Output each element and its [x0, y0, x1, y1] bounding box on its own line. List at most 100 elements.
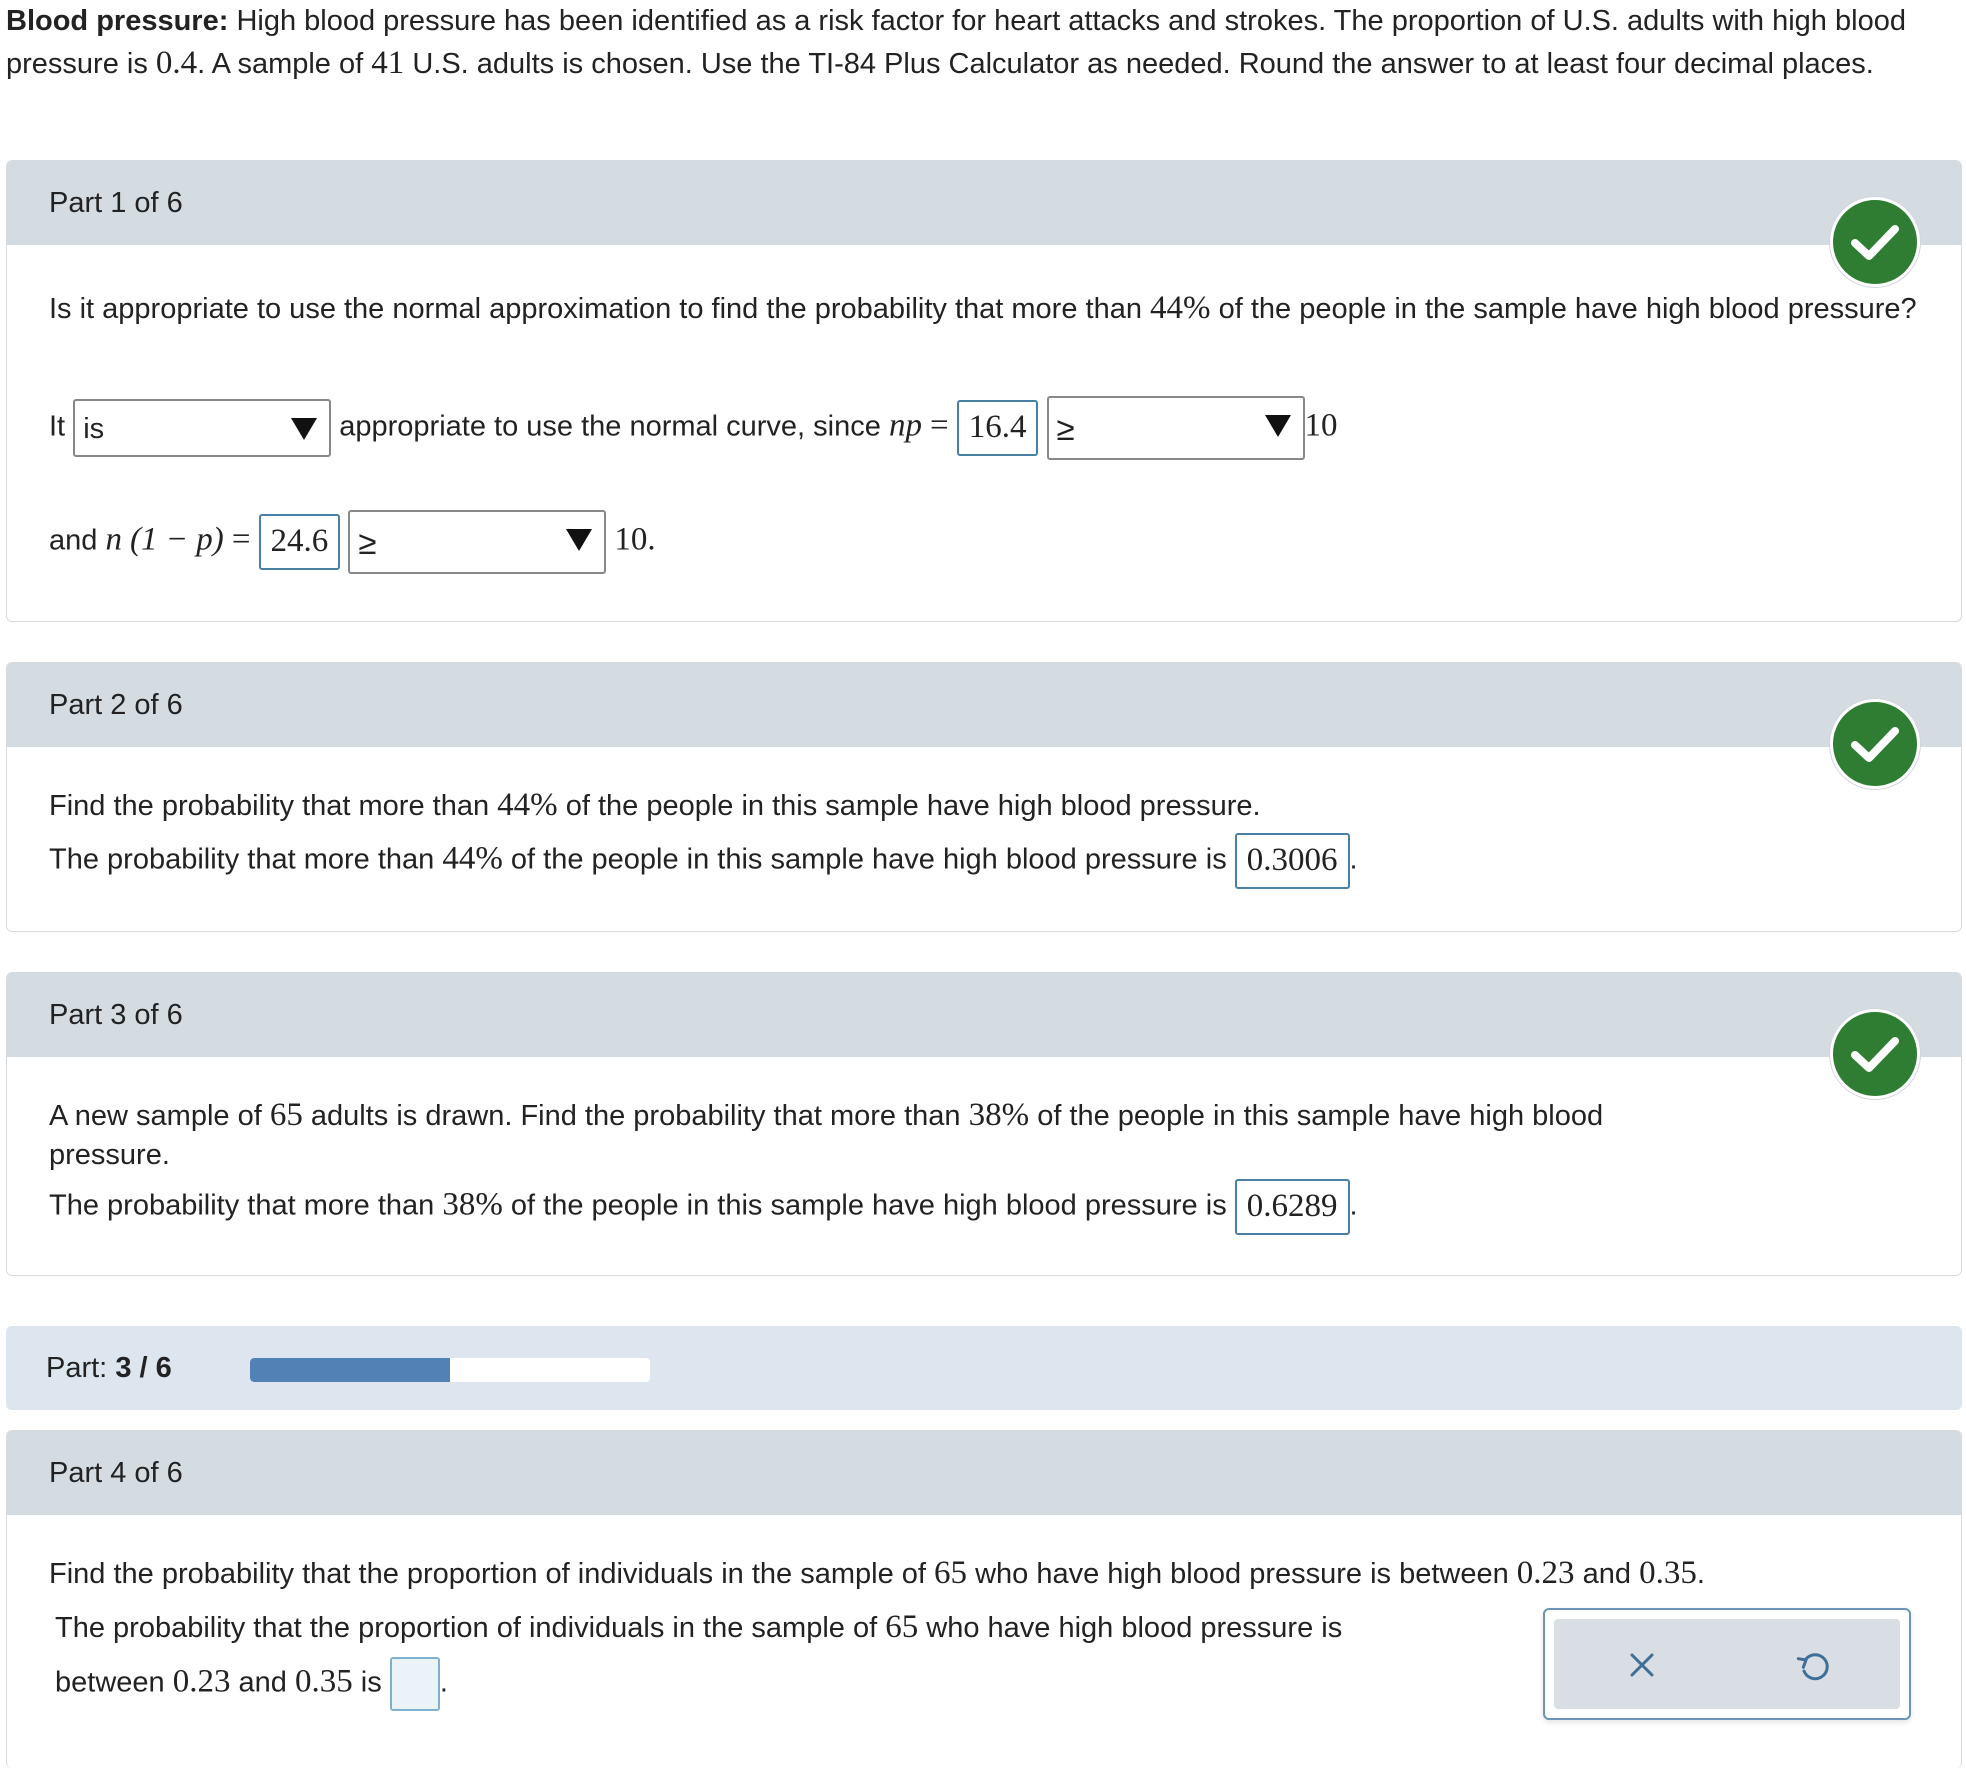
intro-text-3: U.S. adults is chosen. Use the TI-84 Plu… [412, 48, 1874, 80]
np-comparison-select[interactable]: ≥ [1046, 396, 1305, 460]
part-3-answer-text-2: of the people in this sample have high b… [510, 1189, 1227, 1222]
part-2-percent: 44% [497, 787, 558, 823]
part-4-lower-bound: 0.23 [1516, 1555, 1575, 1591]
part-2-question-text-2: of the people in this sample have high b… [565, 790, 1261, 822]
part-2-answer-text-1: The probability that more than [49, 843, 435, 876]
part-1-header [7, 161, 1961, 245]
part-3-question-text-2: adults is drawn. Find the probability th… [310, 1100, 961, 1132]
part-4-answer-upper: 0.35 [294, 1663, 353, 1700]
part-3-answer-percent: 38% [442, 1186, 503, 1223]
part-3-title: Part 3 of 6 [49, 999, 183, 1031]
close-icon[interactable] [1614, 1637, 1670, 1693]
nq-comparison-value: ≥ [358, 524, 377, 561]
part-1-question-text-2: of the people in the sample have high bl… [1218, 293, 1917, 325]
part-2-question-text-1: Find the probability that more than [49, 790, 490, 822]
part-2-question: Find the probability that more than 44% … [49, 787, 1261, 824]
part-2-title: Part 2 of 6 [49, 689, 183, 721]
progress-track [250, 1358, 650, 1382]
progress-label: Part: 3 / 6 [46, 1326, 172, 1410]
part-4-answer-lower: 0.23 [172, 1663, 231, 1700]
part-1-and: and [49, 524, 98, 557]
dropdown-arrow-icon [291, 418, 318, 440]
check-icon [1830, 699, 1920, 789]
part-2-answer-box[interactable]: 0.3006 [1234, 833, 1350, 889]
part-4-upper-bound: 0.35 [1639, 1555, 1697, 1591]
undo-icon[interactable] [1786, 1637, 1842, 1693]
part-4-answer-text-1: The probability that the proportion of i… [55, 1612, 878, 1644]
part-1-nq-row: and n (1 − p) = 24.6 ≥ 10. [49, 510, 656, 574]
answer-toolbar-inner [1554, 1619, 1900, 1709]
dropdown-arrow-icon [566, 529, 593, 551]
part-3-percent: 38% [968, 1097, 1030, 1133]
part-4-answer-text-3: between [55, 1666, 165, 1699]
period: . [1349, 843, 1358, 876]
part-4-answer-text-4: is [360, 1666, 382, 1699]
part-4-answer-line-1: The probability that the proportion of i… [55, 1609, 1342, 1646]
period: . [1349, 1189, 1358, 1222]
part-1-np-row: It is appropriate to use the normal curv… [49, 396, 1338, 460]
part-4-answer-sample-size: 65 [885, 1609, 919, 1645]
part-2-answer-percent: 44% [442, 840, 503, 877]
part-1-card: Part 1 of 6 Is it appropriate to use the… [6, 160, 1962, 622]
intro-label: Blood pressure: [6, 5, 229, 37]
part-1-title: Part 1 of 6 [49, 187, 183, 219]
part-1-since-text: appropriate to use the normal curve, sin… [339, 410, 881, 443]
nq-threshold: 10. [614, 521, 656, 558]
part-3-question-text-3: of the people in this sample have high b… [1037, 1100, 1604, 1132]
intro-proportion: 0.4 [155, 45, 198, 81]
part-1-question-text-1: Is it appropriate to use the normal appr… [49, 293, 1142, 325]
part-4-title: Part 4 of 6 [49, 1457, 183, 1489]
part-3-answer-box[interactable]: 0.6289 [1234, 1179, 1350, 1235]
np-answer-box[interactable]: 16.4 [956, 400, 1039, 456]
part-2-header [7, 663, 1961, 747]
check-icon [1830, 1009, 1920, 1099]
intro-sample-size: 41 [371, 45, 405, 81]
part-4-and: and [1582, 1558, 1631, 1590]
part-4-answer-input[interactable] [389, 1657, 440, 1711]
part-4-question-text-1: Find the probability that the proportion… [49, 1558, 926, 1590]
part-3-answer-row: The probability that more than 38% of th… [49, 1179, 1358, 1235]
part-3-card: Part 3 of 6 A new sample of 65 adults is… [6, 972, 1962, 1276]
part-1-percent: 44% [1150, 290, 1211, 326]
part-4-answer-text-2: who have high blood pressure is [926, 1612, 1343, 1644]
part-3-header [7, 973, 1961, 1057]
appropriateness-select-value: is [83, 413, 105, 445]
part-3-question-line-2: pressure. [49, 1139, 170, 1172]
period: . [439, 1666, 448, 1699]
intro-text-2: . A sample of [197, 48, 364, 80]
part-2-card: Part 2 of 6 Find the probability that mo… [6, 662, 1962, 932]
part-4-answer-and: and [238, 1666, 287, 1699]
progress-panel: Part: 3 / 6 [6, 1326, 1962, 1410]
part-2-answer-row: The probability that more than 44% of th… [49, 833, 1358, 889]
progress-label-text: Part: [46, 1352, 108, 1384]
part-4-answer-line-2: between 0.23 and 0.35 is . [55, 1657, 448, 1711]
np-comparison-value: ≥ [1056, 410, 1075, 447]
period: . [1696, 1558, 1705, 1590]
part-4-header [7, 1431, 1961, 1515]
check-icon [1830, 197, 1920, 287]
answer-toolbar [1543, 1608, 1911, 1720]
equals-sign: = [231, 521, 251, 558]
part-3-question-text-1: A new sample of [49, 1100, 262, 1132]
np-threshold: 10 [1304, 407, 1338, 444]
equals-sign: = [930, 407, 949, 444]
part-4-question-text-2: who have high blood pressure is between [975, 1558, 1509, 1590]
nq-comparison-select[interactable]: ≥ [348, 510, 607, 574]
problem-intro: Blood pressure: High blood pressure has … [6, 0, 1946, 85]
part-3-question-text-4: pressure. [49, 1139, 170, 1171]
n-variable: n [105, 521, 122, 558]
part-4-question: Find the probability that the proportion… [49, 1555, 1705, 1592]
part-4-sample-size: 65 [934, 1555, 968, 1591]
dropdown-arrow-icon [1264, 415, 1291, 437]
nq-answer-box[interactable]: 24.6 [258, 514, 341, 570]
part-3-sample-size: 65 [269, 1097, 303, 1133]
one-minus-p: (1 − p) [130, 521, 224, 558]
part-3-answer-text-1: The probability that more than [49, 1189, 435, 1222]
progress-value: 3 / 6 [115, 1352, 172, 1384]
part-3-question-line-1: A new sample of 65 adults is drawn. Find… [49, 1097, 1603, 1134]
appropriateness-select[interactable]: is [73, 399, 332, 457]
np-variable: np [888, 407, 922, 444]
part-2-answer-text-2: of the people in this sample have high b… [510, 843, 1227, 876]
progress-fill [250, 1358, 450, 1382]
part-1-question: Is it appropriate to use the normal appr… [49, 288, 1929, 329]
